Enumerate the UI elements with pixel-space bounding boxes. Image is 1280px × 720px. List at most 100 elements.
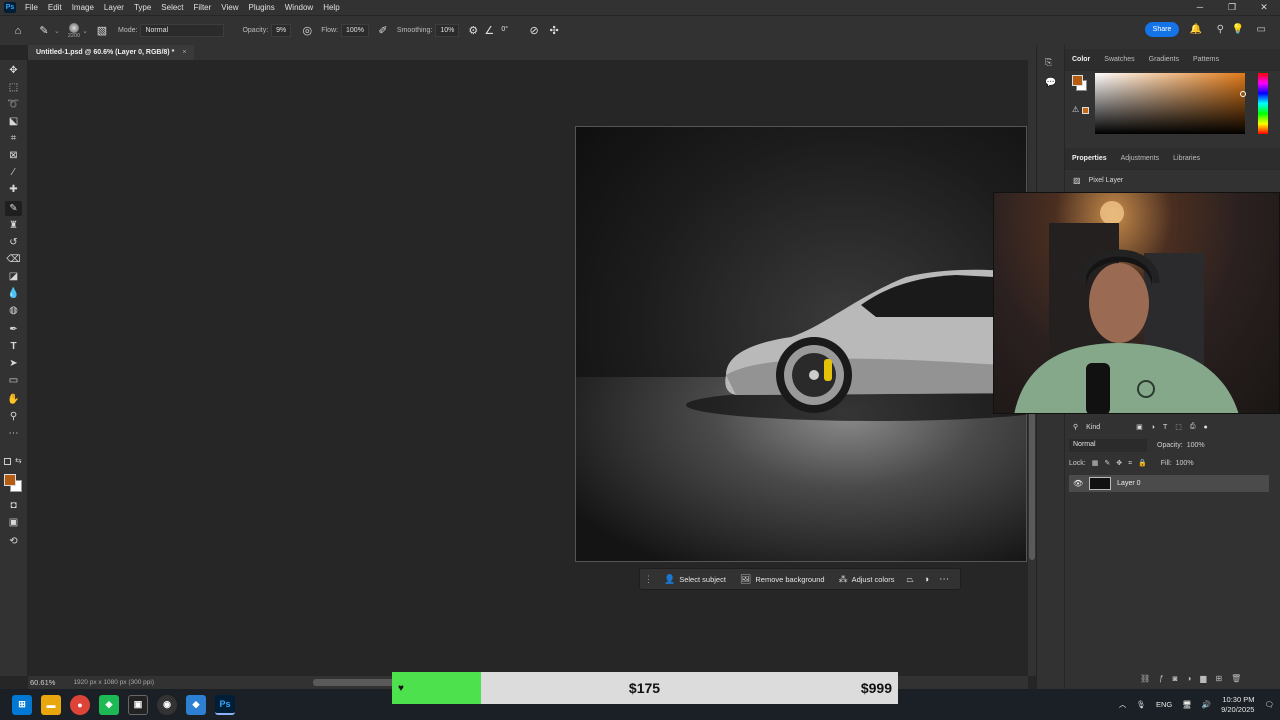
network-icon[interactable]: 🖥	[1182, 700, 1192, 709]
document-info[interactable]: 1920 px x 1080 px (300 ppi)	[73, 679, 154, 686]
photoshop-taskbar-icon[interactable]: Ps	[215, 694, 235, 715]
obs-icon[interactable]: ◉	[157, 694, 177, 715]
tab-gradients[interactable]: Gradients	[1142, 56, 1186, 63]
menu-plugins[interactable]: Plugins	[244, 3, 280, 12]
delete-layer-icon[interactable]: 🗑	[1231, 674, 1241, 686]
menu-type[interactable]: Type	[129, 3, 156, 12]
opacity-input[interactable]: 9%	[271, 24, 292, 37]
flow-input[interactable]: 100%	[341, 24, 369, 37]
object-selection-tool-icon[interactable]: ⬕	[5, 114, 22, 129]
visibility-eye-icon[interactable]: 👁	[1073, 479, 1083, 488]
new-group-icon[interactable]: ▆	[1200, 674, 1206, 686]
windows-start-icon[interactable]: ⊞	[12, 694, 32, 715]
filter-kind-select[interactable]: Kind	[1086, 424, 1128, 431]
menu-layer[interactable]: Layer	[99, 3, 129, 12]
minimize-button[interactable]: ─	[1184, 0, 1216, 15]
rectangle-tool-icon[interactable]: ▭	[5, 373, 22, 388]
layer-row[interactable]: 👁 Layer 0	[1069, 475, 1269, 492]
search-icon[interactable]: ⚲	[1217, 24, 1224, 35]
select-subject-button[interactable]: 👤 Select subject	[657, 574, 733, 585]
brush-tool-icon[interactable]: ✎	[5, 201, 22, 216]
color-picker-field[interactable]	[1095, 73, 1245, 134]
show-hidden-icons[interactable]: ︿	[1119, 699, 1127, 710]
menu-window[interactable]: Window	[280, 3, 318, 12]
brush-size-picker[interactable]: 2200	[68, 22, 80, 39]
workspace-icon[interactable]: ▭	[1257, 24, 1266, 35]
fill-input[interactable]: 100%	[1176, 460, 1194, 467]
file-explorer-icon[interactable]: ▬	[41, 694, 61, 715]
document-canvas[interactable]	[575, 126, 1027, 562]
edit-toolbar-icon[interactable]: ⟲	[5, 534, 22, 549]
path-selection-tool-icon[interactable]: ➤	[5, 356, 22, 371]
color-panel-foreground-swatch[interactable]	[1072, 75, 1083, 86]
swap-colors-icon[interactable]: ⇆	[15, 456, 22, 465]
paint-bucket-tool-icon[interactable]: ◪	[5, 269, 22, 284]
history-brush-tool-icon[interactable]: ↺	[5, 235, 22, 250]
document-tab[interactable]: Untitled-1.psd @ 60.6% (Layer 0, RGB/8) …	[28, 45, 195, 60]
eraser-tool-icon[interactable]: ⌫	[5, 252, 22, 267]
microphone-icon[interactable]: 🎙	[1136, 700, 1146, 709]
add-mask-icon[interactable]: ◙	[1173, 674, 1178, 686]
filter-toggle-icon[interactable]: ●	[1204, 424, 1208, 431]
menu-image[interactable]: Image	[67, 3, 99, 12]
notification-center-icon[interactable]: 🗨	[1264, 700, 1274, 709]
lasso-tool-icon[interactable]: ➰	[5, 97, 22, 112]
more-options-icon[interactable]: ⋯	[934, 574, 954, 585]
adjust-colors-button[interactable]: ⁂ Adjust colors	[832, 574, 902, 585]
crop-tool-icon[interactable]: ⌗	[5, 131, 22, 146]
menu-help[interactable]: Help	[318, 3, 344, 12]
restore-button[interactable]: ❐	[1216, 0, 1248, 15]
move-tool-icon[interactable]: ✥	[5, 63, 22, 78]
eyedropper-tool-icon[interactable]: ⁄	[5, 165, 22, 180]
share-button[interactable]: Share	[1145, 22, 1179, 37]
filter-adjustment-icon[interactable]: ◑	[1151, 424, 1155, 431]
lock-icons[interactable]: ▦✎✥⌗🔒	[1092, 459, 1153, 468]
quick-mask-icon[interactable]: ◘	[5, 498, 22, 513]
foreground-color-swatch[interactable]	[4, 474, 16, 486]
tab-swatches[interactable]: Swatches	[1097, 56, 1141, 63]
tab-properties[interactable]: Properties	[1065, 155, 1114, 162]
pressure-size-icon[interactable]: ⊘	[526, 23, 542, 39]
remove-background-button[interactable]: 🖼 Remove background	[733, 574, 832, 585]
hue-slider[interactable]	[1258, 73, 1268, 134]
filter-smart-object-icon[interactable]: ⎙	[1190, 423, 1196, 431]
app-icon-green[interactable]: ◈	[99, 694, 119, 715]
comments-icon[interactable]: 💬	[1045, 77, 1056, 88]
brush-settings-icon[interactable]: ▧	[94, 23, 110, 39]
filter-type-icon[interactable]: T	[1163, 424, 1167, 431]
home-icon[interactable]: ⌂	[10, 23, 26, 39]
healing-brush-tool-icon[interactable]: ✚	[5, 182, 22, 197]
chrome-icon[interactable]: ●	[70, 694, 90, 715]
layer-name[interactable]: Layer 0	[1117, 480, 1140, 487]
airbrush-icon[interactable]: ✐	[375, 23, 391, 39]
web-safe-color-swatch[interactable]	[1082, 107, 1089, 114]
close-tab-icon[interactable]: ×	[182, 45, 186, 60]
default-colors-icon[interactable]	[4, 458, 11, 465]
volume-icon[interactable]: 🔊	[1202, 700, 1211, 709]
layer-style-icon[interactable]: ƒ	[1159, 674, 1163, 686]
menu-filter[interactable]: Filter	[189, 3, 217, 12]
mask-icon[interactable]: ◑	[919, 574, 934, 584]
app-icon-blue[interactable]: ◆	[186, 694, 206, 715]
brush-tool-preset-icon[interactable]: ✎	[36, 23, 52, 39]
more-tools-icon[interactable]: ⋯	[5, 426, 22, 441]
system-clock[interactable]: 10:30 PM 9/20/2025	[1221, 695, 1254, 715]
marquee-tool-icon[interactable]: ⬚	[5, 80, 22, 95]
close-window-button[interactable]: ✕	[1248, 0, 1280, 15]
transform-icon[interactable]: ⏢	[902, 574, 919, 585]
type-tool-icon[interactable]: T	[5, 339, 22, 354]
smoothing-input[interactable]: 10%	[435, 24, 460, 37]
gear-icon[interactable]: ⚙	[465, 23, 481, 39]
adjustment-layer-icon[interactable]: ◑	[1186, 674, 1191, 686]
history-icon[interactable]: ⎘	[1045, 57, 1052, 68]
keyboard-language[interactable]: ENG	[1156, 700, 1172, 709]
filter-shape-icon[interactable]: ⬚	[1175, 423, 1182, 431]
screen-mode-icon[interactable]: ▣	[5, 515, 22, 530]
zoom-tool-icon[interactable]: ⚲	[5, 409, 22, 424]
new-layer-icon[interactable]: ⊞	[1215, 674, 1222, 686]
drag-handle-icon[interactable]: ⋮	[640, 574, 657, 585]
layer-opacity-input[interactable]: 100%	[1187, 442, 1205, 449]
app-icon-dark[interactable]: ▣	[128, 694, 148, 715]
tab-patterns[interactable]: Patterns	[1186, 56, 1226, 63]
hand-tool-icon[interactable]: ✋	[5, 392, 22, 407]
